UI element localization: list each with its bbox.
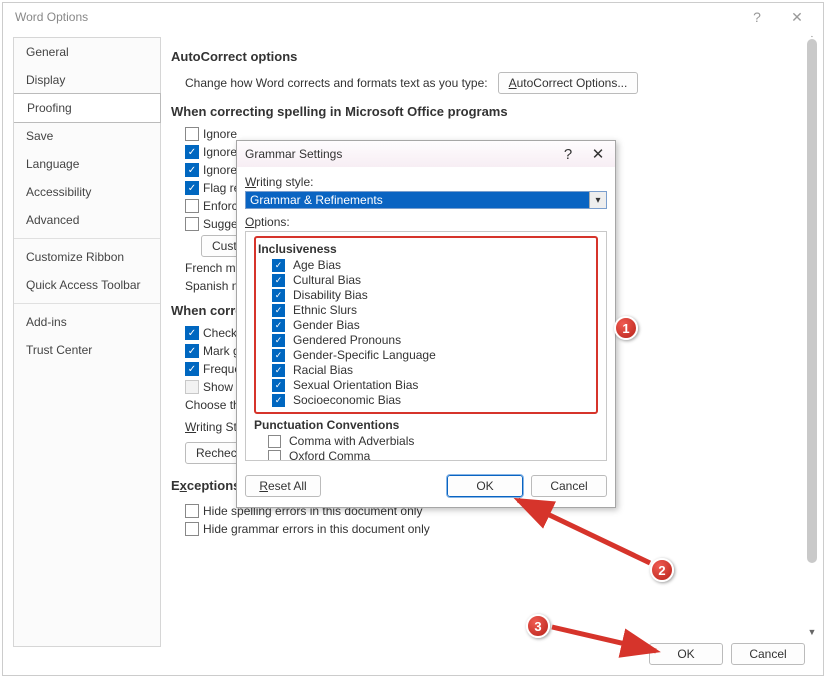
- opt-label: Ignore: [203, 145, 237, 159]
- spanish-modes-label: Spanish n: [185, 279, 238, 293]
- callout-badge-2: 2: [650, 558, 674, 582]
- scroll-down-icon[interactable]: ▼: [805, 627, 819, 637]
- option-label: Gendered Pronouns: [293, 333, 401, 347]
- hide-grammar-label: Hide grammar errors in this document onl…: [203, 522, 430, 536]
- reset-all-button[interactable]: Reset All: [245, 475, 321, 497]
- sidebar-item-accessibility[interactable]: Accessibility: [14, 178, 160, 206]
- checkbox[interactable]: ✓: [185, 145, 199, 159]
- checkbox[interactable]: ✓: [272, 349, 285, 362]
- checkbox[interactable]: ✓: [272, 379, 285, 392]
- opt-label: Flag re: [203, 181, 240, 195]
- scroll-thumb[interactable]: [807, 39, 817, 563]
- checkbox[interactable]: ✓: [272, 319, 285, 332]
- checkbox[interactable]: ✓: [272, 394, 285, 407]
- checkbox[interactable]: [185, 199, 199, 213]
- cancel-button[interactable]: Cancel: [731, 643, 805, 665]
- help-button[interactable]: ?: [737, 9, 777, 25]
- option-label: Ethnic Slurs: [293, 303, 357, 317]
- chevron-down-icon[interactable]: ▾: [589, 192, 606, 208]
- close-button[interactable]: ✕: [777, 9, 817, 26]
- sidebar-item-proofing[interactable]: Proofing: [14, 93, 161, 123]
- option-label: Racial Bias: [293, 363, 353, 377]
- checkbox[interactable]: ✓: [272, 334, 285, 347]
- callout-badge-3: 3: [526, 614, 550, 638]
- sidebar: General Display Proofing Save Language A…: [13, 37, 161, 647]
- checkbox[interactable]: ✓: [185, 326, 199, 340]
- option-label: Cultural Bias: [293, 273, 361, 287]
- checkbox[interactable]: [185, 217, 199, 231]
- sidebar-item-trust-center[interactable]: Trust Center: [14, 336, 160, 364]
- option-label: Disability Bias: [293, 288, 368, 302]
- sidebar-item-general[interactable]: General: [14, 38, 160, 66]
- callout-badge-1: 1: [614, 316, 638, 340]
- modal-footer: Reset All OK Cancel: [237, 469, 615, 507]
- inclusiveness-highlight: Inclusiveness ✓ Age Bias ✓ Cultural Bias ✓…: [254, 236, 598, 414]
- group-inclusiveness-heading: Inclusiveness: [258, 242, 594, 256]
- opt-label: Show: [203, 380, 233, 394]
- sidebar-item-qat[interactable]: Quick Access Toolbar: [14, 271, 160, 299]
- checkbox[interactable]: ✓: [185, 163, 199, 177]
- titlebar: Word Options ? ✕: [3, 3, 823, 31]
- dialog-footer: OK Cancel: [649, 643, 805, 665]
- autocorrect-options-button[interactable]: AutoCorrect Options...: [498, 72, 639, 94]
- option-label: Sexual Orientation Bias: [293, 378, 418, 392]
- checkbox[interactable]: ✓: [272, 364, 285, 377]
- grammar-settings-dialog: Grammar Settings ? ✕ Writing style: Gram…: [236, 140, 616, 508]
- opt-label: Ignore: [203, 127, 237, 141]
- autocorrect-heading: AutoCorrect options: [171, 49, 801, 64]
- modal-titlebar: Grammar Settings ? ✕: [237, 141, 615, 167]
- options-listbox[interactable]: Inclusiveness ✓ Age Bias ✓ Cultural Bias ✓…: [245, 231, 607, 461]
- sidebar-item-addins[interactable]: Add-ins: [14, 308, 160, 336]
- group-punctuation-heading: Punctuation Conventions: [254, 418, 598, 432]
- checkbox[interactable]: ✓: [268, 450, 281, 462]
- option-label: Age Bias: [293, 258, 341, 272]
- ok-button[interactable]: OK: [649, 643, 723, 665]
- checkbox[interactable]: ✓: [272, 304, 285, 317]
- opt-label: Ignore: [203, 163, 237, 177]
- option-label: Gender Bias: [293, 318, 360, 332]
- checkbox[interactable]: ✓: [185, 181, 199, 195]
- scrollbar[interactable]: ▲ ▼: [805, 37, 819, 633]
- checkbox[interactable]: [185, 522, 199, 536]
- checkbox[interactable]: [185, 127, 199, 141]
- autocorrect-text: Change how Word corrects and formats tex…: [185, 76, 488, 90]
- modal-help-button[interactable]: ?: [553, 146, 583, 163]
- opt-label: Sugge: [203, 217, 238, 231]
- window-title: Word Options: [9, 10, 737, 24]
- writing-style-selected: Grammar & Refinements: [250, 193, 602, 207]
- sidebar-item-customize-ribbon[interactable]: Customize Ribbon: [14, 243, 160, 271]
- sidebar-item-language[interactable]: Language: [14, 150, 160, 178]
- sidebar-item-advanced[interactable]: Advanced: [14, 206, 160, 234]
- options-label: Options:: [245, 215, 607, 229]
- checkbox[interactable]: ✓: [272, 274, 285, 287]
- checkbox: [185, 380, 199, 394]
- checkbox[interactable]: ✓: [272, 259, 285, 272]
- option-label: Socioeconomic Bias: [293, 393, 401, 407]
- modal-title: Grammar Settings: [245, 147, 553, 161]
- modal-cancel-button[interactable]: Cancel: [531, 475, 607, 497]
- checkbox[interactable]: ✓: [268, 435, 281, 448]
- french-modes-label: French m: [185, 261, 236, 275]
- option-label: Comma with Adverbials: [289, 434, 414, 448]
- checkbox[interactable]: [185, 504, 199, 518]
- checkbox[interactable]: ✓: [185, 344, 199, 358]
- opt-label: Check: [203, 326, 237, 340]
- sidebar-item-save[interactable]: Save: [14, 122, 160, 150]
- writing-style-combo[interactable]: Grammar & Refinements ▾: [245, 191, 607, 209]
- writing-style-label: Writing style:: [245, 175, 607, 189]
- option-label: Gender-Specific Language: [293, 348, 436, 362]
- spelling-heading: When correcting spelling in Microsoft Of…: [171, 104, 801, 119]
- choose-label: Choose th: [185, 398, 240, 412]
- opt-label: Enforc: [203, 199, 238, 213]
- modal-close-button[interactable]: ✕: [583, 145, 613, 163]
- opt-label: Mark g: [203, 344, 240, 358]
- checkbox[interactable]: ✓: [272, 289, 285, 302]
- sidebar-item-display[interactable]: Display: [14, 66, 160, 94]
- checkbox[interactable]: ✓: [185, 362, 199, 376]
- modal-ok-button[interactable]: OK: [447, 475, 523, 497]
- option-label: Oxford Comma: [289, 449, 370, 461]
